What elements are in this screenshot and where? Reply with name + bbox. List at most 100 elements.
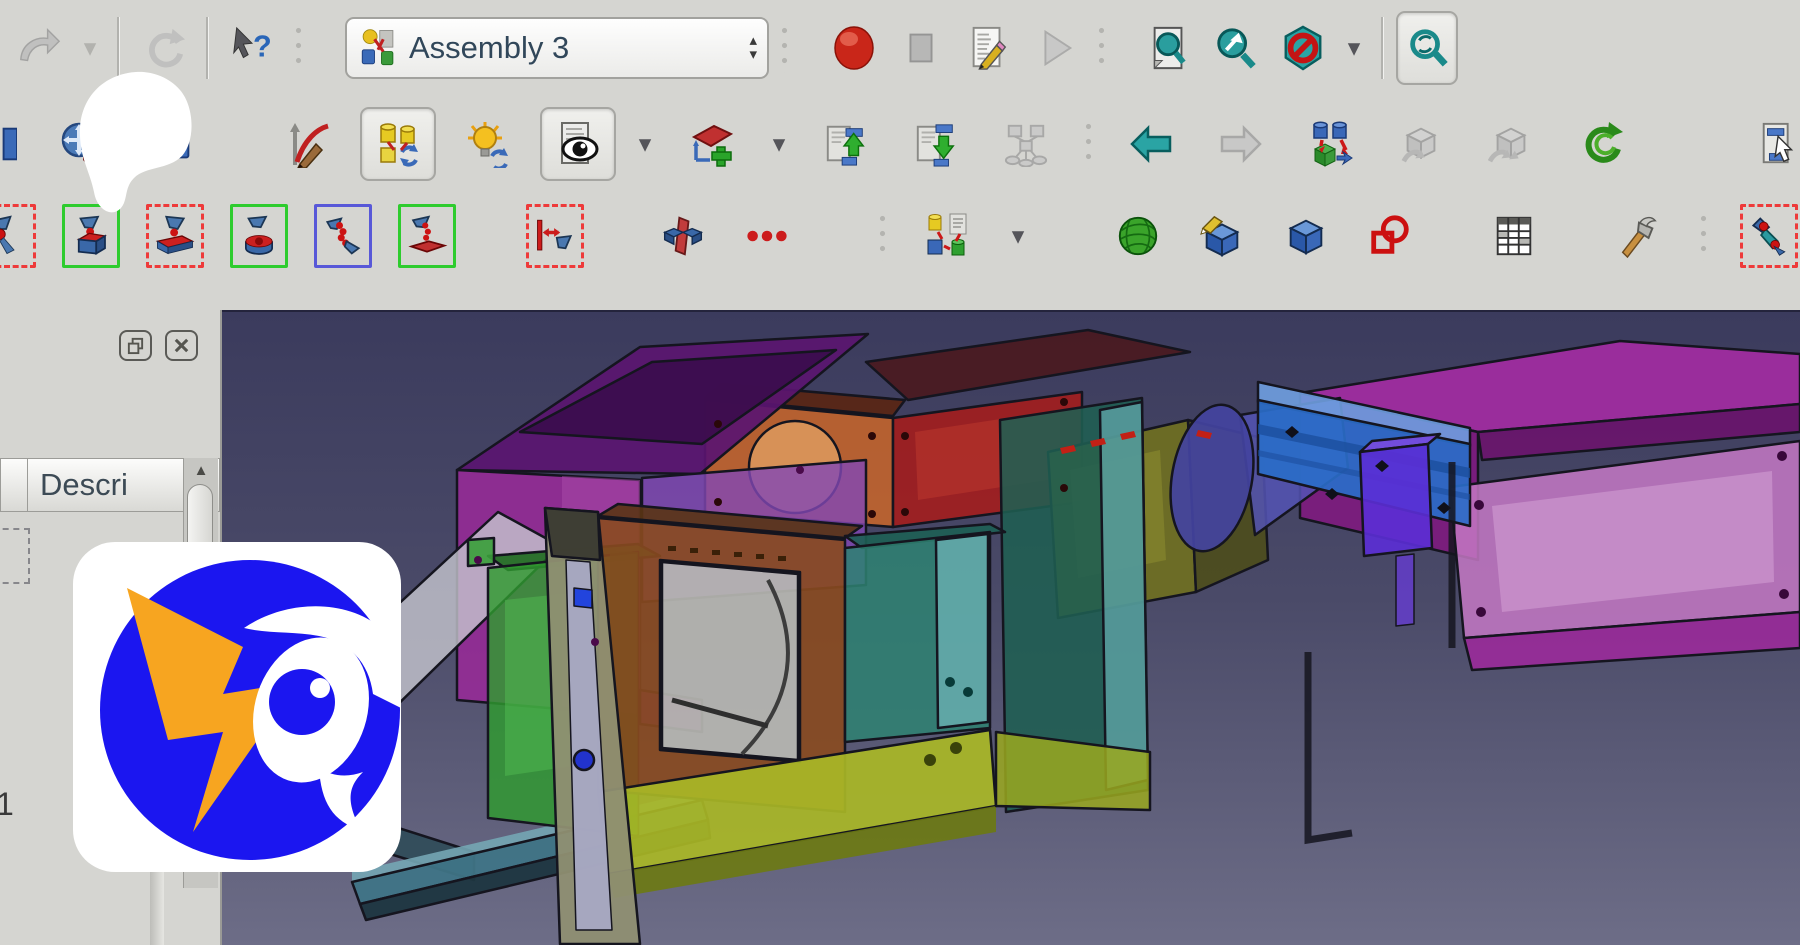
zoom-fit-selection-button[interactable] [1205, 11, 1267, 85]
add-workplane-icon [688, 120, 736, 168]
toolbar-grip [1697, 211, 1710, 261]
select-element-button[interactable] [1742, 107, 1800, 181]
toolbar-grip [778, 23, 791, 73]
move-item-up-icon [823, 121, 869, 167]
move-item-down-icon [913, 121, 959, 167]
redo-button[interactable] [8, 11, 70, 85]
create-sketch-button[interactable] [1361, 204, 1419, 268]
constraint-attachment-button[interactable] [0, 204, 36, 268]
dropdown-caret-icon[interactable]: ▾ [764, 129, 794, 159]
mesh-sphere-icon [1115, 213, 1161, 259]
export-parts-button[interactable] [1473, 107, 1549, 181]
assembly-model [222, 310, 1800, 945]
select-element-icon [1757, 121, 1800, 167]
quick-solve-button[interactable] [450, 107, 526, 181]
constraint-angle-button[interactable] [398, 204, 456, 268]
dropdown-caret-icon[interactable]: ▾ [75, 33, 105, 63]
macro-play-button[interactable] [1024, 11, 1086, 85]
tree-selection-outline [0, 528, 30, 584]
toolbar-separator [206, 17, 209, 79]
move-item-down-button[interactable] [898, 107, 974, 181]
part-tools-button[interactable] [919, 204, 977, 268]
dropdown-caret-icon[interactable]: ▾ [630, 129, 660, 159]
hierarchy-button[interactable] [988, 107, 1064, 181]
combo-spinner[interactable]: ▴▾ [737, 34, 757, 62]
redo-arrow-icon [16, 25, 62, 71]
nav-forward-icon [1217, 120, 1265, 168]
refresh-green-icon [1577, 120, 1625, 168]
sketch-axis-icon [284, 120, 332, 168]
workbench-hammer-icon [1615, 213, 1661, 259]
toolbar-grip [876, 211, 889, 261]
zoom-fit-all-button[interactable] [1138, 11, 1200, 85]
zoom-fit-all-icon [1146, 25, 1192, 71]
constraint-axial-alignment-button[interactable] [230, 204, 288, 268]
add-workplane-button[interactable] [674, 107, 750, 181]
spreadsheet-icon [1491, 213, 1537, 259]
update-parts-button[interactable] [1563, 107, 1639, 181]
macro-record-button[interactable] [823, 11, 885, 85]
toolbar-separator [1381, 17, 1384, 79]
whats-this-icon: ? [229, 25, 275, 71]
export-cube-multi-icon [1488, 121, 1534, 167]
close-icon [172, 336, 191, 355]
axial-move-icon [661, 214, 705, 258]
clipped-part-icon [0, 121, 17, 167]
toolbar-grip [292, 23, 305, 73]
macro-edit-icon [965, 25, 1011, 71]
constraint-attachment-icon [0, 215, 28, 257]
create-sketch-icon [1367, 213, 1413, 259]
scroll-up-arrow[interactable]: ▲ [184, 462, 218, 479]
auto-solve-icon [374, 120, 422, 168]
macro-stop-button[interactable] [890, 11, 952, 85]
workbench-tools-button[interactable] [1609, 204, 1667, 268]
draw-style-icon [1280, 25, 1326, 71]
tree-row-label: 1 [0, 786, 14, 823]
sync-view-icon [1404, 25, 1450, 71]
dock-float-button[interactable] [119, 330, 152, 361]
toolbar-grip [1095, 23, 1108, 73]
axis-sketch-button[interactable] [270, 107, 346, 181]
create-part-button[interactable] [1277, 204, 1335, 268]
toolbar-constraints: ▾ [0, 192, 1800, 280]
ellipsis-red-icon [744, 213, 790, 259]
refresh-arrow-icon [140, 25, 186, 71]
dropdown-caret-icon[interactable]: ▾ [1339, 33, 1369, 63]
edit-part-button[interactable] [1193, 204, 1251, 268]
mesh-button[interactable] [1109, 204, 1167, 268]
export-part-button[interactable] [1383, 107, 1459, 181]
element-visibility-icon [554, 120, 602, 168]
spreadsheet-button[interactable] [1485, 204, 1543, 268]
tree-header-first-column[interactable] [0, 458, 28, 512]
part-tools-icon [924, 212, 972, 260]
sync-view-button[interactable] [1396, 11, 1458, 85]
axial-move-button[interactable] [654, 204, 712, 268]
back-button[interactable] [1113, 107, 1189, 181]
quick-solve-icon [464, 120, 512, 168]
measure-arm-icon [1748, 215, 1790, 257]
import-part-icon [1307, 120, 1355, 168]
hierarchy-icon [1003, 121, 1049, 167]
constraint-same-orientation-button[interactable] [314, 204, 372, 268]
auto-solve-button[interactable] [360, 107, 436, 181]
recorder-logo-overlay [73, 542, 401, 877]
draw-style-button[interactable] [1272, 11, 1334, 85]
constraint-lock-distance-button[interactable] [526, 204, 584, 268]
workbench-selector[interactable]: Assembly 3▴▾ [345, 17, 769, 79]
dock-close-button[interactable] [165, 330, 198, 361]
more-constraints-button[interactable] [738, 204, 796, 268]
3d-viewport[interactable] [222, 310, 1800, 945]
measure-arm-button[interactable] [1740, 204, 1798, 268]
element-visibility-button[interactable] [540, 107, 616, 181]
toolbar-area: ▾? Assembly 3▴▾ ▾ ▾ ▾ ▾ [0, 0, 1800, 310]
import-part-button[interactable] [1293, 107, 1369, 181]
toolbar-grip [1082, 119, 1095, 169]
forward-button[interactable] [1203, 107, 1279, 181]
whats-this-button[interactable]: ? [221, 11, 283, 85]
macro-edit-button[interactable] [957, 11, 1019, 85]
edit-part-icon [1199, 213, 1245, 259]
dropdown-caret-icon[interactable]: ▾ [1003, 221, 1033, 251]
clipped-left-button[interactable] [0, 107, 32, 181]
dock-controls [119, 330, 198, 361]
move-item-up-button[interactable] [808, 107, 884, 181]
